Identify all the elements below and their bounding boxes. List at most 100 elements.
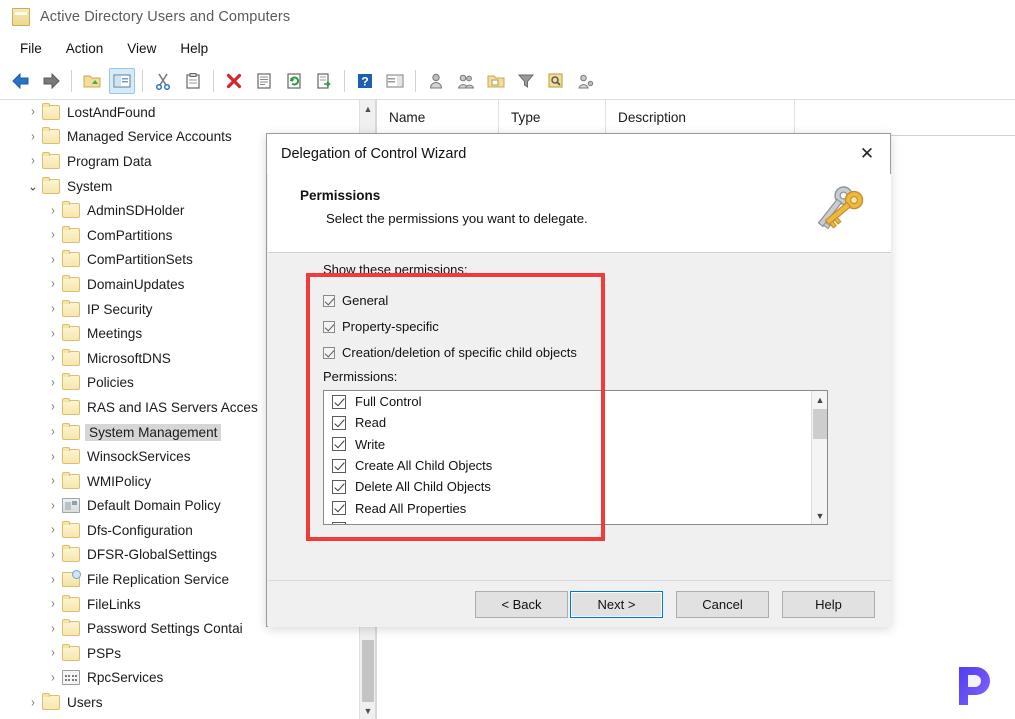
column-header-description[interactable]: Description [606,100,795,135]
filter-icon[interactable] [513,68,539,94]
cancel-button[interactable]: Cancel [676,591,769,618]
permission-row[interactable]: Full Control [324,391,812,412]
checkbox-icon[interactable] [332,415,346,430]
chevron-right-icon[interactable]: › [44,278,62,292]
permission-row[interactable]: Read All Properties [324,497,812,518]
chevron-right-icon[interactable]: › [44,401,62,415]
chevron-right-icon[interactable]: › [24,105,42,119]
permission-row[interactable]: Write [324,434,812,455]
checkbox-icon[interactable] [332,522,346,524]
folder-icon [42,151,60,169]
delegate-control-icon[interactable] [573,68,599,94]
tree-scroll-up-icon[interactable]: ▲ [360,100,375,117]
scope-checkbox-general[interactable]: General [323,293,388,308]
up-folder-icon[interactable] [79,68,105,94]
new-group-icon[interactable] [453,68,479,94]
checkbox-icon[interactable] [332,394,346,409]
paste-icon[interactable] [180,68,206,94]
help-button[interactable]: Help [782,591,875,618]
menu-item-help[interactable]: Help [168,38,220,59]
chevron-right-icon[interactable]: › [44,597,62,611]
dialog-footer: < Back Next > Cancel Help [268,580,891,627]
permission-row[interactable]: Read [324,412,812,433]
forward-icon[interactable] [38,68,64,94]
chevron-right-icon[interactable]: › [24,155,42,169]
permissions-scroll-down-icon[interactable]: ▼ [812,507,827,524]
delete-icon[interactable] [221,68,247,94]
chevron-right-icon[interactable]: › [44,671,62,685]
chevron-right-icon[interactable]: › [44,253,62,267]
folder-icon [62,619,80,637]
tree-scroll-down-icon[interactable]: ▼ [360,702,375,719]
permission-row-partial[interactable] [324,519,812,524]
refresh-icon[interactable] [281,68,307,94]
permissions-scrollbar[interactable]: ▲ ▼ [811,391,827,524]
tree-item-label: Meetings [87,326,143,342]
menu-item-view[interactable]: View [115,38,168,59]
scope-checkbox-creation-deletion[interactable]: Creation/deletion of specific child obje… [323,345,577,360]
tree-item-lostandfound[interactable]: › LostAndFound [0,100,360,125]
permission-row[interactable]: Delete All Child Objects [324,476,812,497]
chevron-right-icon[interactable]: › [44,573,62,587]
tree-item-windows-11[interactable]: ›Windows 11 [0,715,360,719]
column-header-blank[interactable] [795,100,1015,135]
svg-text:?: ? [361,74,368,88]
chevron-right-icon[interactable]: › [44,204,62,218]
chevron-right-icon[interactable]: › [44,327,62,341]
chevron-right-icon[interactable]: › [24,696,42,710]
checkbox-icon[interactable] [332,479,346,494]
chevron-right-icon[interactable]: › [44,425,62,439]
checkbox-icon[interactable] [323,320,335,333]
tree-item-psps[interactable]: › PSPs [0,641,360,666]
checkbox-icon[interactable] [323,346,335,359]
show-hide-console-tree-icon[interactable] [109,67,135,94]
menu-item-action[interactable]: Action [54,38,116,59]
dialog-header-banner: Permissions Select the permissions you w… [268,174,891,253]
permissions-scroll-thumb[interactable] [813,409,827,439]
chevron-right-icon[interactable]: › [44,499,62,513]
chevron-right-icon[interactable]: › [44,523,62,537]
tree-scroll-thumb[interactable] [362,640,374,702]
checkbox-icon[interactable] [332,501,346,516]
permissions-listbox[interactable]: Full Control Read Write Create All Child Ob… [323,390,828,525]
chevron-right-icon[interactable]: › [44,376,62,390]
checkbox-icon[interactable] [332,458,346,473]
export-list-icon[interactable] [311,68,337,94]
chevron-right-icon[interactable]: › [44,474,62,488]
permission-row[interactable]: Create All Child Objects [324,455,812,476]
properties-icon[interactable] [251,68,277,94]
column-header-name[interactable]: Name [377,100,499,135]
back-button[interactable]: < Back [475,591,568,618]
back-icon[interactable] [8,68,34,94]
scope-checkbox-property-specific[interactable]: Property-specific [323,319,439,334]
cut-icon[interactable] [150,68,176,94]
chevron-right-icon[interactable]: › [44,228,62,242]
new-user-icon[interactable] [423,68,449,94]
show-hide-action-pane-icon[interactable] [382,68,408,94]
checkbox-icon[interactable] [323,294,335,307]
tree-item-users[interactable]: › Users [0,690,360,715]
tree-item-label: Default Domain Policy [87,498,221,514]
chevron-right-icon[interactable]: › [44,548,62,562]
chevron-right-icon[interactable]: › [44,351,62,365]
column-header-type[interactable]: Type [499,100,606,135]
folder-icon [62,397,80,415]
chevron-down-icon[interactable]: ⌄ [24,180,42,194]
folder-icon [62,225,80,243]
chevron-right-icon[interactable]: › [44,622,62,636]
help-icon[interactable]: ? [352,68,378,94]
checkbox-icon[interactable] [332,437,346,452]
tree-item-rpcservices[interactable]: › RpcServices [0,666,360,691]
chevron-right-icon[interactable]: › [44,646,62,660]
next-button[interactable]: Next > [570,591,663,618]
close-icon[interactable]: ✕ [844,134,890,174]
chevron-right-icon[interactable]: › [44,302,62,316]
window-title: Active Directory Users and Computers [40,9,291,25]
chevron-right-icon[interactable]: › [44,450,62,464]
chevron-right-icon[interactable]: › [24,130,42,144]
permissions-scroll-up-icon[interactable]: ▲ [812,391,827,408]
new-ou-icon[interactable] [483,68,509,94]
menu-item-file[interactable]: File [8,38,54,59]
toolbar-separator [213,69,214,92]
find-icon[interactable] [543,68,569,94]
